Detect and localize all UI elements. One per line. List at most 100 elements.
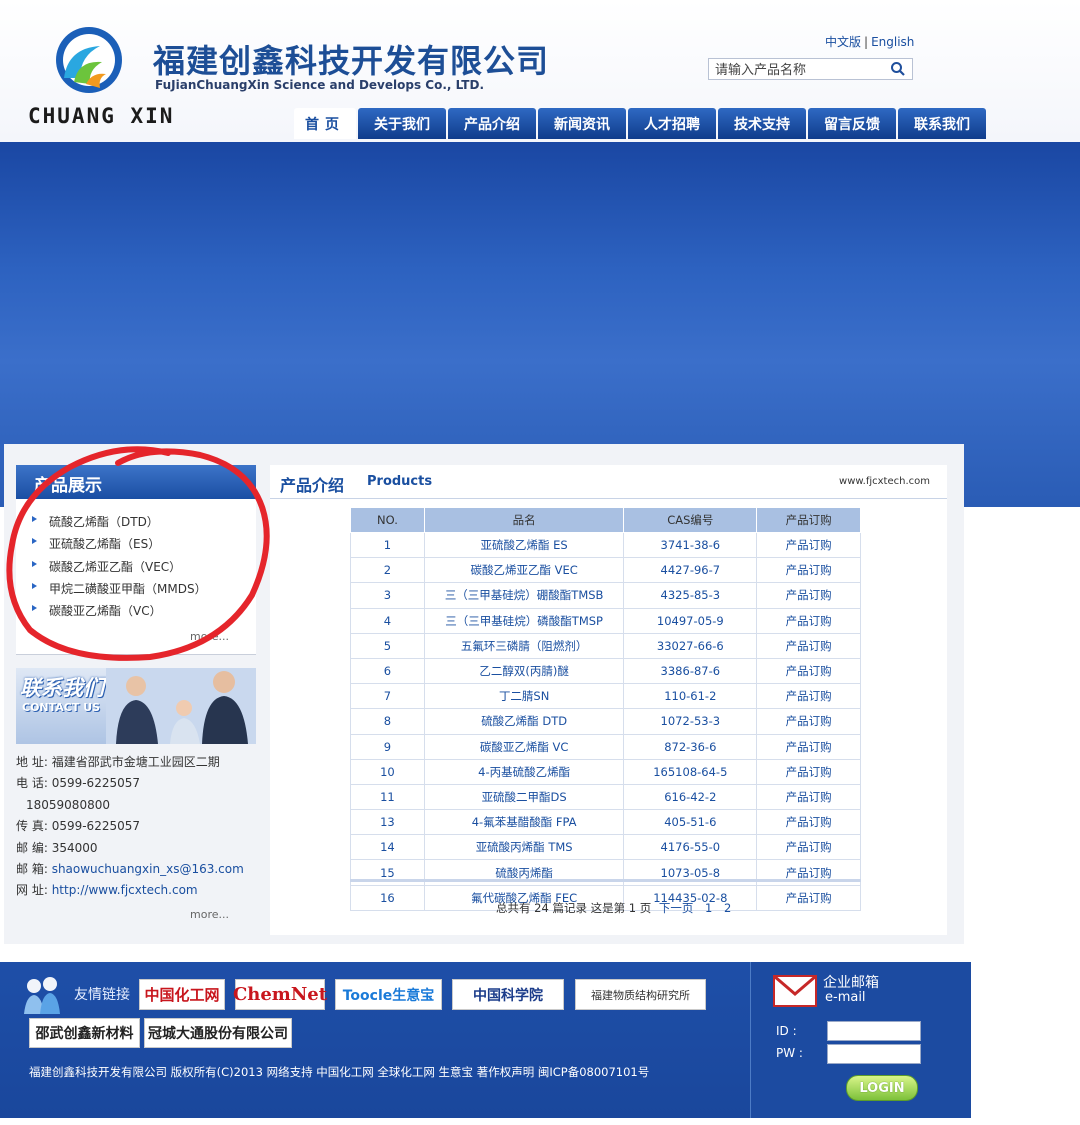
cas-number: 10497-05-9 [623, 607, 758, 634]
order-link[interactable]: 产品订购 [756, 809, 861, 836]
product-name-link[interactable]: 三（三甲基硅烷）硼酸酯TMSB [423, 582, 625, 609]
table-row: 8 硫酸乙烯酯 DTD 1072-53-3 产品订购 [350, 708, 861, 735]
company-name-en: FuJianChuangXin Science and Develops Co.… [155, 78, 484, 92]
nav-news[interactable]: 新闻资讯 [538, 108, 626, 139]
friends-link-icon [24, 977, 60, 1014]
contact-more-link[interactable]: more... [190, 908, 229, 921]
zip-value: 354000 [51, 840, 98, 855]
order-link[interactable]: 产品订购 [756, 884, 861, 911]
products-table: NO. 品名 CAS编号 产品订购 1 亚硫酸乙烯酯 ES 3741-38-6 产品订… [350, 507, 861, 911]
contact-banner-en: CONTACT US [22, 701, 101, 714]
email-password-input[interactable] [827, 1044, 921, 1064]
product-name-link[interactable]: 亚硫酸丙烯酯 TMS [423, 834, 625, 861]
table-row: 1 亚硫酸乙烯酯 ES 3741-38-6 产品订购 [350, 531, 861, 559]
product-name-link[interactable]: 五氟环三磷腈（阻燃剂） [423, 632, 625, 659]
order-link[interactable]: 产品订购 [756, 557, 861, 584]
product-name-link[interactable]: 4-氟苯基醋酸酯 FPA [423, 809, 625, 836]
order-link[interactable]: 产品订购 [756, 657, 861, 685]
nav-contact[interactable]: 联系我们 [898, 108, 986, 139]
pager-next-link[interactable]: 下一页 [659, 901, 694, 915]
row-no: 1 [350, 531, 425, 559]
table-row: 2 碳酸乙烯亚乙酯 VEC 4427-96-7 产品订购 [350, 557, 861, 584]
order-link[interactable]: 产品订购 [756, 683, 861, 710]
table-row: 6 乙二醇双(丙腈)醚 3386-87-6 产品订购 [350, 657, 861, 685]
nav-products[interactable]: 产品介绍 [448, 108, 536, 139]
row-no: 7 [350, 683, 425, 710]
column-header-no: NO. [350, 507, 425, 533]
cas-number: 165108-64-5 [623, 758, 758, 785]
pager-page-1[interactable]: 1 [705, 901, 712, 915]
product-name-link[interactable]: 三（三甲基硅烷）磷酸酯TMSP [423, 607, 625, 634]
pager-page-2[interactable]: 2 [724, 901, 731, 915]
lang-cn-link[interactable]: 中文版 [825, 35, 861, 49]
contact-us-banner[interactable]: 联系我们 CONTACT US [16, 668, 256, 744]
order-link[interactable]: 产品订购 [756, 834, 861, 861]
table-row: 5 五氟环三磷腈（阻燃剂） 33027-66-6 产品订购 [350, 632, 861, 659]
copyright-text: 福建创鑫科技开发有限公司 版权所有(C)2013 网络支持 中国化工网 全球化工… [29, 1065, 650, 1079]
product-name-link[interactable]: 碳酸亚乙烯酯 VC [423, 733, 625, 760]
envelope-icon [773, 974, 817, 1007]
id-label: ID : [776, 1024, 797, 1038]
cas-number: 1072-53-3 [623, 708, 758, 735]
partner-shaowu-logo[interactable]: 邵武创鑫新材料 [29, 1018, 140, 1048]
lang-en-link[interactable]: English [871, 35, 914, 49]
nav-feedback[interactable]: 留言反馈 [808, 108, 896, 139]
row-no: 11 [350, 783, 425, 811]
row-no: 4 [350, 607, 425, 634]
website-link[interactable]: http://www.fjcxtech.com [52, 883, 198, 897]
table-row: 14 亚硫酸丙烯酯 TMS 4176-55-0 产品订购 [350, 834, 861, 861]
fax-label: 传 真: [16, 819, 48, 834]
site-header: CHUANG XIN 福建创鑫科技开发有限公司 FuJianChuangXin … [0, 0, 1080, 142]
product-name-link[interactable]: 硫酸乙烯酯 DTD [423, 708, 625, 735]
partner-cas-logo[interactable]: 中国科学院 [452, 979, 564, 1010]
email-id-input[interactable] [827, 1021, 921, 1041]
order-link[interactable]: 产品订购 [756, 783, 861, 811]
contact-info: 地 址: 福建省邵武市金塘工业园区二期 电 话: 0599-6225057 18… [16, 752, 244, 902]
order-link[interactable]: 产品订购 [756, 531, 861, 559]
table-row: 3 三（三甲基硅烷）硼酸酯TMSB 4325-85-3 产品订购 [350, 582, 861, 609]
phone-label: 电 话: [16, 776, 48, 791]
column-header-name: 品名 [423, 507, 625, 533]
order-link[interactable]: 产品订购 [756, 582, 861, 609]
nav-home[interactable]: 首页 [294, 108, 356, 139]
product-name-link[interactable]: 亚硫酸二甲酯DS [423, 783, 625, 811]
friends-link-label: 友情链接 [74, 987, 130, 1003]
email-link[interactable]: shaowuchuangxin_xs@163.com [52, 862, 244, 876]
login-button[interactable]: LOGIN [846, 1075, 918, 1101]
partner-chemnet-cn-logo[interactable]: 中国化工网 [139, 979, 225, 1010]
address-value: 福建省邵武市金塘工业园区二期 [51, 755, 220, 769]
search-input[interactable] [713, 60, 887, 81]
order-link[interactable]: 产品订购 [756, 607, 861, 634]
lang-separator: | [864, 35, 869, 49]
search-icon[interactable] [890, 61, 906, 77]
row-no: 5 [350, 632, 425, 659]
cas-number: 3741-38-6 [623, 531, 758, 559]
product-name-link[interactable]: 丁二腈SN [423, 683, 625, 710]
nav-jobs[interactable]: 人才招聘 [628, 108, 716, 139]
logo-wordmark: CHUANG XIN [28, 104, 175, 128]
column-header-cas: CAS编号 [623, 507, 758, 533]
red-annotation-circle [6, 446, 270, 661]
cas-number: 3386-87-6 [623, 657, 758, 685]
row-no: 16 [350, 884, 425, 911]
product-name-link[interactable]: 碳酸乙烯亚乙酯 VEC [423, 557, 625, 584]
nav-support[interactable]: 技术支持 [718, 108, 806, 139]
order-link[interactable]: 产品订购 [756, 708, 861, 735]
email-label: 邮 箱: [16, 862, 48, 877]
order-link[interactable]: 产品订购 [756, 632, 861, 659]
order-link[interactable]: 产品订购 [756, 733, 861, 760]
product-name-link[interactable]: 4-丙基硫酸乙烯酯 [423, 758, 625, 785]
partner-toocle-logo[interactable]: Toocle生意宝 [335, 979, 442, 1010]
nav-about[interactable]: 关于我们 [358, 108, 446, 139]
partner-chemnet-logo[interactable]: ChemNet [233, 979, 327, 1010]
search-box [708, 58, 913, 81]
partner-guancheng-logo[interactable]: 冠城大通股份有限公司 [144, 1018, 292, 1048]
partner-fjirsm-logo[interactable]: 福建物质结构研究所 [575, 979, 706, 1010]
table-row: 13 4-氟苯基醋酸酯 FPA 405-51-6 产品订购 [350, 809, 861, 836]
product-name-link[interactable]: 乙二醇双(丙腈)醚 [423, 657, 625, 685]
order-link[interactable]: 产品订购 [756, 758, 861, 785]
row-no: 2 [350, 557, 425, 584]
web-label: 网 址: [16, 883, 48, 898]
product-name-link[interactable]: 亚硫酸乙烯酯 ES [423, 531, 625, 559]
table-bottom-rule [350, 879, 861, 882]
